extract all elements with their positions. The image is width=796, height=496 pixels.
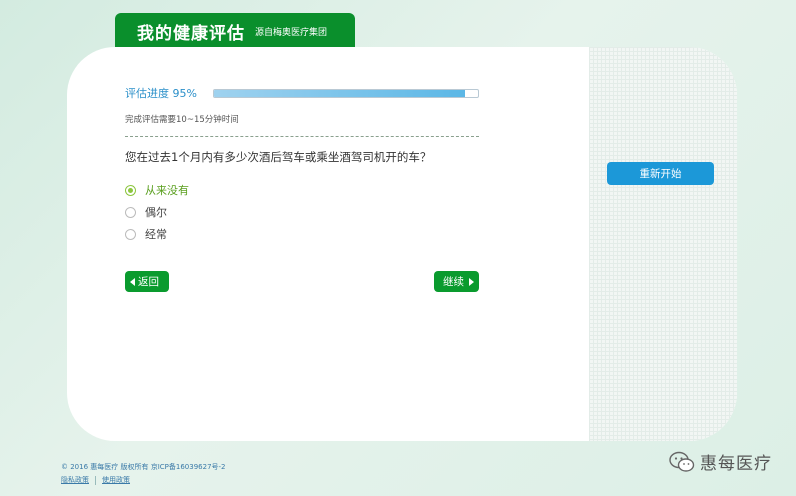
wechat-icon [669,451,695,472]
divider [125,136,479,137]
option-never[interactable]: 从来没有 [125,179,189,201]
card-side-panel [589,47,737,441]
footer-divider [95,475,96,485]
watermark-text: 惠每医疗 [700,454,772,474]
page-title: 我的健康评估 [137,23,245,44]
restart-button[interactable]: 重新开始 [607,162,714,185]
option-label: 偶尔 [145,206,167,219]
answer-options: 从来没有 偶尔 经常 [125,179,189,245]
footer-links: 隐私政策 使用政策 [61,475,226,485]
progress-row: 评估进度 95% [125,85,479,101]
next-button-label: 继续 [443,276,464,288]
radio-button[interactable] [125,228,136,240]
radio-button[interactable] [125,184,136,196]
header-tab: 我的健康评估 源自梅奥医疗集团 [115,13,355,49]
option-label: 经常 [145,228,167,241]
progress-bar [213,88,479,98]
option-often[interactable]: 经常 [125,223,189,245]
option-label: 从来没有 [145,184,189,197]
restart-button-label: 重新开始 [639,168,682,180]
next-button[interactable]: 继续 [434,271,479,292]
arrow-left-icon [130,277,135,286]
usage-policy-link[interactable]: 使用政策 [102,475,130,485]
radio-button[interactable] [125,206,136,218]
arrow-right-icon [469,277,474,286]
watermark: 惠每医疗 [669,449,772,474]
option-occasionally[interactable]: 偶尔 [125,201,189,223]
footer: © 2016 惠每医疗 版权所有 京ICP备16039627号-2 隐私政策 使… [61,462,226,485]
back-button[interactable]: 返回 [125,271,169,292]
progress-fill [214,89,465,97]
question-text: 您在过去1个月内有多少次酒后驾车或乘坐酒驾司机开的车？ [125,150,432,164]
assessment-card: 评估进度 95% 完成评估需要10~15分钟时间 您在过去1个月内有多少次酒后驾… [67,47,737,441]
back-button-label: 返回 [138,276,159,288]
progress-label: 评估进度 95% [125,87,197,100]
copyright-text: © 2016 惠每医疗 版权所有 京ICP备16039627号-2 [61,463,226,471]
time-note: 完成评估需要10~15分钟时间 [125,115,239,125]
page-subtitle: 源自梅奥医疗集团 [255,27,328,38]
privacy-policy-link[interactable]: 隐私政策 [61,475,89,485]
